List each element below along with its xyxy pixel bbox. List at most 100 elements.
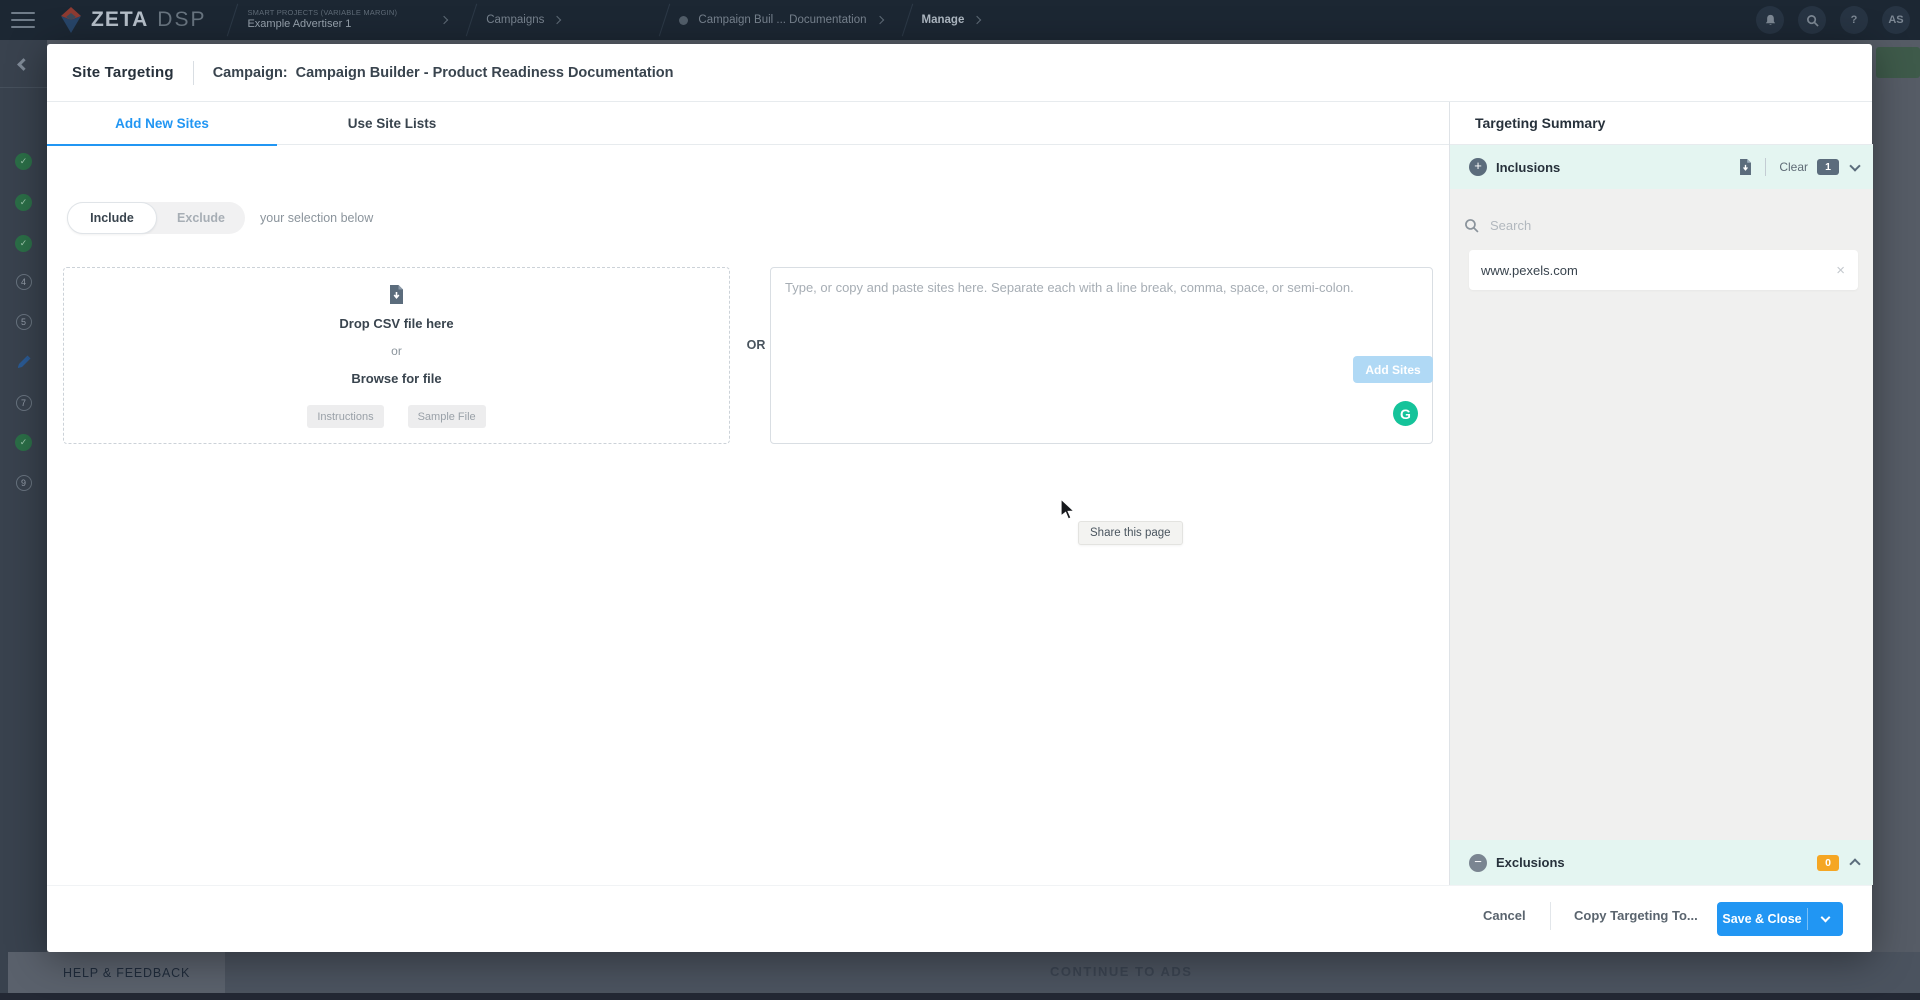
include-exclude-row: Include Exclude your selection below xyxy=(47,202,1449,234)
breadcrumb-manage[interactable]: Manage xyxy=(922,14,965,26)
inclusions-search[interactable] xyxy=(1464,209,1859,241)
sample-file-button[interactable]: Sample File xyxy=(408,405,486,428)
hamburger-menu-icon[interactable] xyxy=(11,12,35,28)
sidebar-header: Targeting Summary xyxy=(1450,102,1873,145)
chevron-right-icon[interactable] xyxy=(875,16,883,24)
campaign-line: Campaign: Campaign Builder - Product Read… xyxy=(213,65,674,81)
campaign-name: Campaign Builder - Product Readiness Doc… xyxy=(296,65,674,81)
inclusions-count-badge: 1 xyxy=(1817,159,1839,175)
dropzone-or: or xyxy=(64,344,729,358)
inclusions-list-panel: www.pexels.com × xyxy=(1450,189,1873,840)
avatar[interactable]: AS xyxy=(1882,6,1910,34)
clear-inclusions-button[interactable]: Clear xyxy=(1779,160,1808,174)
breadcrumb-campaign[interactable]: Campaign Buil ... Documentation xyxy=(698,14,866,26)
breadcrumb-campaigns[interactable]: Campaigns xyxy=(486,14,544,26)
chevron-down-icon[interactable] xyxy=(1849,160,1860,171)
save-close-button[interactable]: Save & Close xyxy=(1717,902,1807,936)
breadcrumb-project-label: SMART PROJECTS (VARIABLE MARGIN) xyxy=(247,8,397,17)
step-8-complete[interactable]: ✓ xyxy=(0,434,47,451)
step-4[interactable]: 4 xyxy=(0,274,47,290)
save-options-chevron-icon[interactable] xyxy=(1808,902,1843,936)
exclusions-count-badge: 0 xyxy=(1817,855,1839,871)
add-sites-button[interactable]: Add Sites xyxy=(1353,356,1433,383)
help-icon[interactable]: ? xyxy=(1840,6,1868,34)
campaign-label: Campaign: xyxy=(213,65,288,81)
step-3-complete[interactable]: ✓ xyxy=(0,235,47,252)
exclusions-label: Exclusions xyxy=(1496,855,1565,870)
inclusions-band: + Inclusions Clear 1 xyxy=(1450,145,1873,189)
step-1-complete[interactable]: ✓ xyxy=(0,153,47,170)
exclusions-band: − Exclusions 0 xyxy=(1450,840,1873,885)
browse-for-file-link[interactable]: Browse for file xyxy=(64,371,729,386)
breadcrumb-separator xyxy=(227,4,238,37)
export-file-icon[interactable] xyxy=(1739,159,1752,175)
cancel-button[interactable]: Cancel xyxy=(1483,908,1526,923)
step-6-current[interactable] xyxy=(0,354,47,370)
include-toggle[interactable]: Include xyxy=(67,202,157,234)
copy-targeting-button[interactable]: Copy Targeting To... xyxy=(1574,908,1698,923)
site-targeting-modal: Site Targeting Campaign:Campaign Builder… xyxy=(47,44,1872,952)
or-divider-label: OR xyxy=(741,338,771,352)
chevron-right-icon[interactable] xyxy=(440,16,448,24)
save-close-split-button[interactable]: Save & Close xyxy=(1717,902,1843,936)
breadcrumb-advertiser[interactable]: SMART PROJECTS (VARIABLE MARGIN) Example… xyxy=(247,8,397,31)
campaign-steps-rail: ✓ ✓ ✓ 4 5 7 ✓ 9 xyxy=(0,40,47,993)
top-navigation-bar: ZETA DSP SMART PROJECTS (VARIABLE MARGIN… xyxy=(0,0,1920,40)
breadcrumb-separator xyxy=(466,4,477,37)
chevron-right-icon[interactable] xyxy=(553,16,561,24)
inclusion-item: www.pexels.com × xyxy=(1469,250,1858,290)
band-divider xyxy=(1765,158,1766,176)
remove-site-icon[interactable]: × xyxy=(1836,262,1845,279)
help-feedback-panel[interactable]: HELP & FEEDBACK xyxy=(8,952,225,993)
help-feedback-label: HELP & FEEDBACK xyxy=(63,966,190,980)
brand-dsp: DSP xyxy=(157,8,206,32)
toggle-hint-text: your selection below xyxy=(260,202,373,234)
minus-circle-icon: − xyxy=(1469,854,1487,872)
csv-dropzone[interactable]: Drop CSV file here or Browse for file In… xyxy=(63,267,730,444)
zeta-dsp-logo[interactable]: ZETA DSP xyxy=(59,7,206,33)
check-icon: ✓ xyxy=(15,194,32,211)
mouse-cursor xyxy=(1060,499,1078,526)
check-icon: ✓ xyxy=(15,434,32,451)
header-divider xyxy=(193,61,194,85)
modal-footer: Cancel Copy Targeting To... Save & Close xyxy=(47,885,1872,952)
launch-button-dimmed xyxy=(1876,47,1920,78)
tab-add-new-sites[interactable]: Add New Sites xyxy=(47,102,277,145)
pencil-icon xyxy=(16,354,32,370)
chevron-right-icon[interactable] xyxy=(973,16,981,24)
grammarly-icon[interactable]: G xyxy=(1393,401,1418,426)
tab-use-site-lists[interactable]: Use Site Lists xyxy=(277,102,507,145)
step-7[interactable]: 7 xyxy=(0,395,47,411)
chevron-up-icon[interactable] xyxy=(1849,858,1860,869)
share-tooltip: Share this page xyxy=(1078,521,1183,545)
inclusions-label: Inclusions xyxy=(1496,160,1560,175)
plus-circle-icon: + xyxy=(1469,158,1487,176)
instructions-button[interactable]: Instructions xyxy=(307,405,383,428)
exclude-toggle[interactable]: Exclude xyxy=(157,202,245,234)
zeta-diamond-icon xyxy=(59,7,83,33)
sites-textarea[interactable] xyxy=(770,267,1433,444)
breadcrumb-separator xyxy=(659,4,670,37)
search-input[interactable] xyxy=(1490,218,1790,233)
continue-bar: CONTINUE TO ADS xyxy=(47,952,1920,993)
include-exclude-toggle: Include Exclude xyxy=(67,202,245,234)
check-icon: ✓ xyxy=(15,153,32,170)
search-icon[interactable] xyxy=(1798,6,1826,34)
breadcrumb-separator xyxy=(901,4,912,37)
brand-zeta: ZETA xyxy=(91,8,148,32)
tab-bar: Add New Sites Use Site Lists xyxy=(47,102,1449,145)
dropzone-title: Drop CSV file here xyxy=(64,316,729,331)
bottom-strip xyxy=(0,993,1920,1000)
continue-to-ads-button[interactable]: CONTINUE TO ADS xyxy=(1050,964,1192,979)
step-2-complete[interactable]: ✓ xyxy=(0,194,47,211)
step-9[interactable]: 9 xyxy=(0,475,47,491)
file-upload-icon xyxy=(64,285,729,304)
breadcrumb-advertiser-label: Example Advertiser 1 xyxy=(247,18,397,32)
inclusion-site-label: www.pexels.com xyxy=(1481,263,1578,278)
search-icon xyxy=(1464,218,1479,233)
targeting-summary-sidebar: Targeting Summary + Inclusions Clear 1 w… xyxy=(1449,102,1872,885)
sidebar-title: Targeting Summary xyxy=(1475,115,1605,131)
back-chevron-icon[interactable] xyxy=(0,48,47,88)
notifications-bell-icon[interactable] xyxy=(1756,6,1784,34)
step-5[interactable]: 5 xyxy=(0,314,47,330)
